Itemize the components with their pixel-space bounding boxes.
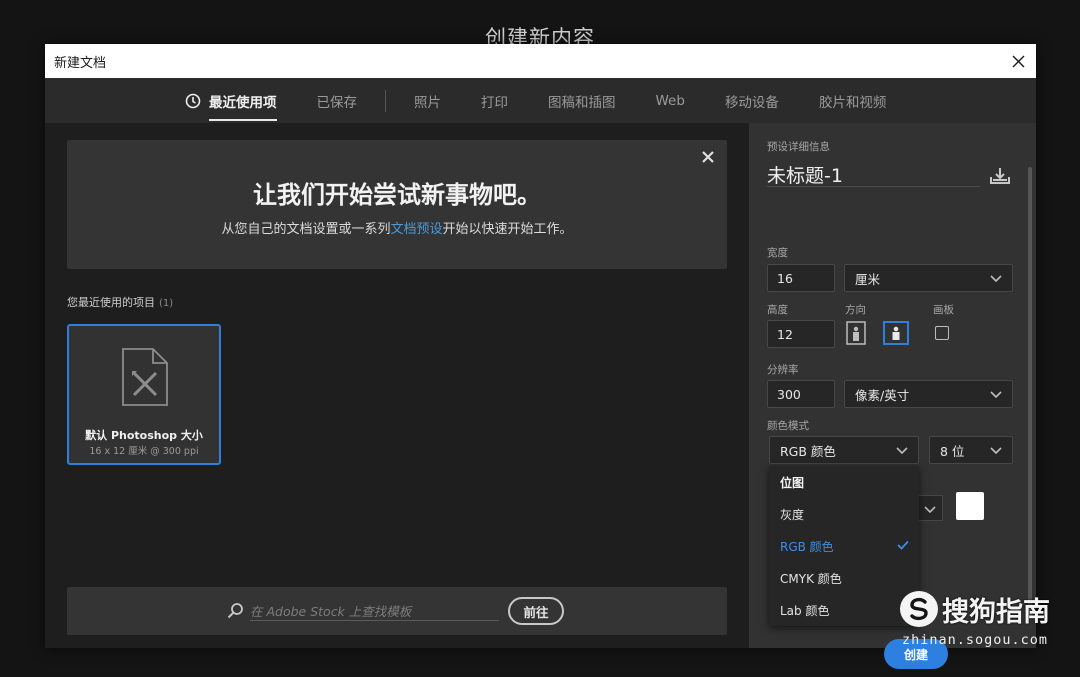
resolution-input[interactable]: 300 [767, 380, 835, 408]
tab-recent[interactable]: 最近使用项 [185, 78, 277, 123]
banner-text-end: 开始以快速开始工作。 [442, 222, 573, 237]
color-mode-label: 颜色模式 [767, 420, 809, 432]
chevron-down-icon [923, 499, 936, 518]
option-label: 位图 [780, 475, 805, 490]
sogou-watermark: 搜狗指南 zhinan.sogou.com [900, 590, 1070, 652]
recent-item-info: 16 x 12 厘米 @ 300 ppi [89, 446, 199, 457]
document-name-input[interactable]: 未标题-1 [767, 161, 980, 187]
tab-photo[interactable]: 照片 [414, 78, 441, 123]
height-label: 高度 [767, 304, 788, 316]
color-mode-value: RGB 颜色 [780, 443, 836, 459]
tab-art-illustration[interactable]: 图稿和插图 [548, 78, 616, 123]
recent-item-name: 默认 Photoshop 大小 [85, 429, 203, 442]
orientation-label: 方向 [845, 304, 866, 316]
watermark-url: zhinan.sogou.com [902, 632, 1049, 648]
preset-details-panel: 预设详细信息 未标题-1 宽度 16 厘米 高度 方向 画板 12 分辨率 30… [749, 123, 1036, 669]
chevron-down-icon [896, 443, 908, 458]
bit-depth-select[interactable]: 8 位 [929, 436, 1013, 464]
color-mode-option-grayscale[interactable]: 灰度 [769, 498, 919, 530]
tab-divider [385, 89, 386, 112]
color-mode-select[interactable]: RGB 颜色 [769, 436, 919, 464]
artboard-checkbox[interactable] [935, 326, 949, 340]
new-document-dialog: 新建文档 最近使用项 已保存 照片 打印 图稿和插图 Web 移动设备 胶片和视… [45, 44, 1036, 669]
height-input[interactable]: 12 [767, 320, 835, 348]
artboard-label: 画板 [933, 304, 954, 316]
width-label: 宽度 [767, 247, 788, 259]
tab-label: 最近使用项 [209, 94, 277, 111]
document-presets-link[interactable]: 文档预设 [390, 222, 442, 237]
recent-count: (1) [159, 298, 174, 309]
color-mode-dropdown: 位图 灰度 RGB 颜色 CMYK 颜色 Lab 颜色 [769, 466, 919, 626]
panel-scrollbar[interactable] [1028, 167, 1032, 617]
resolution-unit-select[interactable]: 像素/英寸 [844, 380, 1013, 408]
color-mode-option-bitmap[interactable]: 位图 [769, 466, 919, 498]
document-icon [120, 346, 170, 412]
banner-text: 从您自己的文档设置或一系列文档预设开始以快速开始工作。 [67, 218, 727, 237]
resolution-label: 分辨率 [767, 364, 799, 376]
color-mode-option-cmyk[interactable]: CMYK 颜色 [769, 562, 919, 594]
preset-details-label: 预设详细信息 [767, 141, 830, 153]
tab-print[interactable]: 打印 [481, 78, 508, 123]
option-label: RGB 颜色 [780, 539, 834, 554]
close-icon[interactable] [1008, 51, 1028, 71]
chevron-down-icon [990, 443, 1002, 458]
dialog-titlebar: 新建文档 [45, 44, 1036, 78]
color-mode-option-rgb[interactable]: RGB 颜色 [769, 530, 919, 562]
option-label: CMYK 颜色 [780, 571, 842, 586]
tab-mobile[interactable]: 移动设备 [725, 78, 779, 123]
tab-saved[interactable]: 已保存 [317, 78, 358, 123]
dialog-title: 新建文档 [54, 55, 107, 71]
main-area: 让我们开始尝试新事物吧。 从您自己的文档设置或一系列文档预设开始以快速开始工作。… [45, 123, 749, 648]
recent-items-label: 您最近使用的项目 (1) [67, 294, 173, 310]
chevron-down-icon [990, 387, 1002, 402]
color-mode-option-lab[interactable]: Lab 颜色 [769, 594, 919, 626]
width-unit-select[interactable]: 厘米 [844, 264, 1013, 292]
tab-web[interactable]: Web [656, 78, 685, 123]
stock-search-bar: 在 Adobe Stock 上查找模板 前往 [67, 587, 727, 635]
go-button[interactable]: 前往 [508, 597, 564, 625]
category-tabs: 最近使用项 已保存 照片 打印 图稿和插图 Web 移动设备 胶片和视频 [45, 78, 1036, 123]
chevron-down-icon [990, 271, 1002, 286]
background-color-swatch[interactable] [956, 492, 984, 520]
bit-depth-value: 8 位 [940, 443, 965, 459]
checkmark-icon [897, 539, 909, 553]
clock-icon [185, 93, 201, 109]
width-unit-value: 厘米 [855, 271, 881, 287]
stock-search-input[interactable]: 在 Adobe Stock 上查找模板 [250, 599, 499, 621]
welcome-banner: 让我们开始尝试新事物吧。 从您自己的文档设置或一系列文档预设开始以快速开始工作。 [67, 140, 727, 269]
sogou-logo-icon [900, 591, 938, 627]
width-input[interactable]: 16 [767, 264, 835, 292]
resolution-unit-value: 像素/英寸 [855, 387, 910, 403]
search-icon [227, 602, 244, 623]
banner-close-icon[interactable] [701, 149, 717, 165]
banner-text-start: 从您自己的文档设置或一系列 [221, 222, 391, 237]
save-preset-icon[interactable] [989, 167, 1011, 189]
banner-heading: 让我们开始尝试新事物吧。 [253, 181, 541, 209]
watermark-brand: 搜狗指南 [942, 597, 1050, 628]
recent-label-text: 您最近使用的项目 [67, 296, 155, 309]
landscape-orientation-icon[interactable] [883, 321, 909, 345]
option-label: 灰度 [780, 507, 805, 522]
option-label: Lab 颜色 [780, 603, 830, 618]
tab-film-video[interactable]: 胶片和视频 [819, 78, 887, 123]
recent-item-card[interactable]: 默认 Photoshop 大小 16 x 12 厘米 @ 300 ppi [67, 324, 221, 465]
background-contents-select[interactable] [917, 495, 943, 521]
portrait-orientation-icon[interactable] [846, 321, 866, 345]
